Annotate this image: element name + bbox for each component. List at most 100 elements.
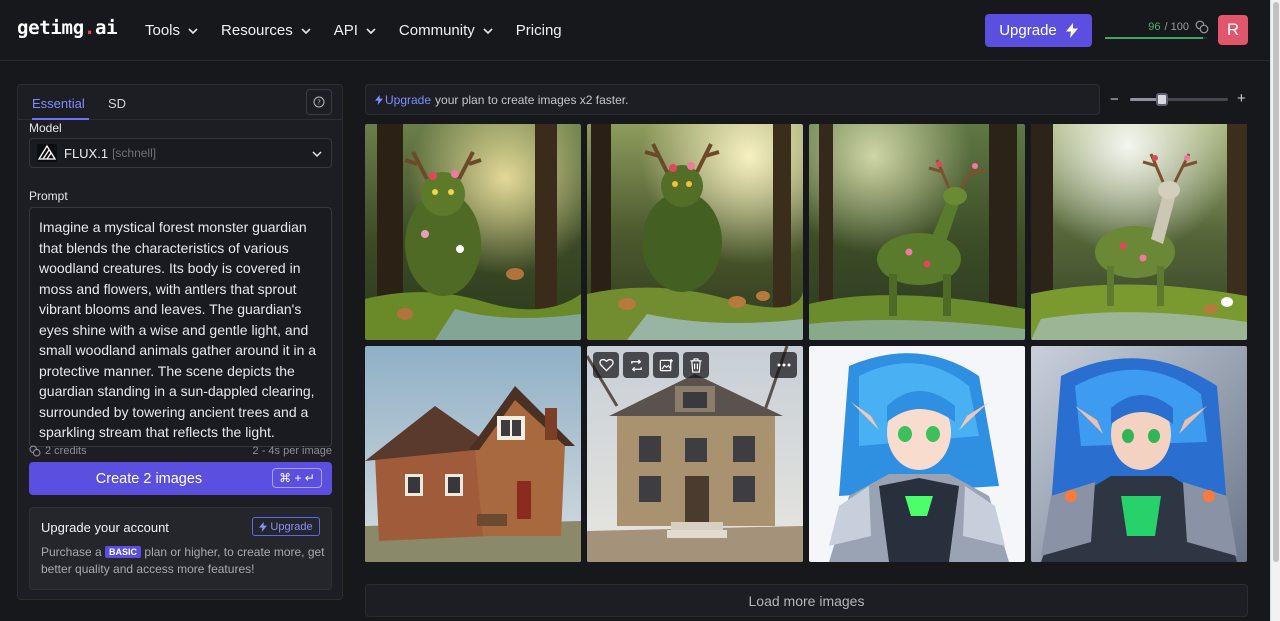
lightning-icon — [259, 521, 268, 532]
upgrade-card-description: Purchase a BASIC plan or higher, to crea… — [41, 544, 326, 578]
generation-panel: Essential SD ? Model FLUX.1 [schnell] Pr… — [17, 84, 343, 600]
credits-cost-text: 2 credits — [45, 445, 87, 457]
coins-icon — [1195, 20, 1209, 34]
menu-api[interactable]: API — [334, 22, 376, 39]
gallery-image[interactable] — [365, 124, 581, 340]
menu-pricing[interactable]: Pricing — [516, 22, 562, 39]
gallery-image[interactable] — [1031, 124, 1247, 340]
credits-text: 96/ 100 — [1148, 21, 1189, 33]
upgrade-button[interactable]: Upgrade — [985, 14, 1092, 47]
image-gallery — [365, 124, 1248, 563]
forest-guardian-image — [365, 124, 581, 340]
create-images-label: Create 2 images — [95, 471, 203, 487]
lightning-icon — [1065, 23, 1078, 38]
credits-total: / 100 — [1164, 21, 1189, 33]
prompt-textarea[interactable]: Imagine a mystical forest monster guardi… — [29, 207, 332, 447]
time-estimate: 2 - 4s per image — [252, 445, 332, 457]
zoom-slider-thumb[interactable] — [1156, 93, 1169, 106]
panel-tabs: Essential SD ? — [18, 85, 342, 120]
upgrade-button-label: Upgrade — [999, 22, 1057, 39]
page-scrollbar[interactable] — [1270, 0, 1280, 621]
more-horizontal-icon — [777, 363, 790, 367]
zoom-in-button[interactable]: + — [1237, 90, 1246, 107]
top-navbar: getimg.ai Tools Resources API Community … — [0, 0, 1270, 61]
gallery-image[interactable] — [587, 124, 803, 340]
model-label: Model — [29, 121, 62, 135]
model-name: FLUX.1 — [64, 145, 109, 161]
gallery-image[interactable] — [809, 124, 1025, 340]
credits-progress-bar — [1105, 37, 1207, 39]
flux-logo-icon — [37, 144, 57, 162]
load-more-button[interactable]: Load more images — [365, 584, 1248, 617]
zoom-slider[interactable] — [1130, 93, 1228, 106]
menu-api-label: API — [333, 22, 358, 39]
image-actions — [593, 352, 709, 378]
edit-image-button[interactable] — [653, 352, 679, 378]
anime-elf-warrior-image — [1031, 346, 1247, 562]
image-edit-icon — [659, 358, 673, 371]
upgrade-account-card: Upgrade your account Upgrade Purchase a … — [29, 507, 332, 590]
chevron-down-icon — [312, 151, 322, 158]
main-menu: Tools Resources API Community Pricing — [145, 0, 585, 61]
chevron-down-icon — [188, 27, 198, 34]
generation-meta: 2 credits 2 - 4s per image — [29, 444, 332, 460]
upgrade-card-button-label: Upgrade — [270, 520, 313, 533]
help-button[interactable]: ? — [306, 89, 332, 115]
menu-tools-label: Tools — [145, 22, 181, 39]
model-variant: [schnell] — [112, 146, 157, 160]
more-options-button[interactable] — [770, 352, 797, 378]
credits-cost: 2 credits — [29, 445, 87, 457]
zoom-out-button[interactable]: − — [1110, 91, 1119, 108]
upgrade-card-button[interactable]: Upgrade — [252, 517, 320, 536]
regenerate-icon — [630, 358, 642, 372]
upgrade-card-title: Upgrade your account — [41, 520, 169, 535]
delete-image-button[interactable] — [683, 352, 709, 378]
old-house-image — [587, 346, 803, 562]
svg-text:?: ? — [317, 99, 321, 107]
chevron-down-icon — [483, 27, 493, 34]
tab-sd[interactable]: SD — [108, 96, 126, 111]
menu-resources-label: Resources — [221, 22, 293, 39]
plan-badge: BASIC — [105, 546, 142, 558]
anime-elf-warrior-image — [809, 346, 1025, 562]
brick-cottage-image — [365, 346, 581, 562]
heart-icon — [598, 358, 614, 372]
keyboard-shortcut: ⌘ + ↵ — [272, 468, 322, 488]
model-select[interactable]: FLUX.1 [schnell] — [29, 138, 332, 168]
banner-upgrade-link[interactable]: Upgrade — [375, 93, 431, 107]
flowered-deer-image — [809, 124, 1025, 340]
active-tab-indicator — [32, 118, 89, 120]
gallery-image[interactable] — [1031, 346, 1247, 562]
menu-community-label: Community — [398, 22, 475, 39]
menu-tools[interactable]: Tools — [145, 22, 198, 39]
favorite-button[interactable] — [593, 352, 619, 378]
scrollbar-thumb[interactable] — [1273, 2, 1279, 562]
chevron-down-icon — [366, 27, 376, 34]
upgrade-banner: Upgrade your plan to create images x2 fa… — [365, 84, 1100, 115]
logo-suffix: ai — [94, 17, 118, 39]
banner-upgrade-label: Upgrade — [385, 92, 432, 107]
upgrade-desc-before: Purchase a — [41, 545, 102, 559]
gallery-image[interactable] — [809, 346, 1025, 562]
logo-dot: . — [83, 17, 95, 39]
credits-used: 96 — [1148, 21, 1161, 33]
logo[interactable]: getimg.ai — [17, 17, 118, 39]
lightning-icon — [375, 94, 383, 105]
menu-community[interactable]: Community — [399, 22, 493, 39]
coins-icon — [29, 445, 41, 457]
trash-icon — [690, 357, 702, 373]
flowered-deer-image — [1031, 124, 1247, 340]
regenerate-button[interactable] — [623, 352, 649, 378]
menu-pricing-label: Pricing — [515, 22, 562, 39]
forest-guardian-image — [587, 124, 803, 340]
create-images-button[interactable]: Create 2 images ⌘ + ↵ — [29, 462, 332, 495]
avatar[interactable]: R — [1218, 15, 1248, 45]
banner-text: your plan to create images x2 faster. — [435, 92, 629, 107]
menu-resources[interactable]: Resources — [221, 22, 311, 39]
credits-indicator[interactable]: 96/ 100 — [1105, 18, 1209, 40]
tab-essential[interactable]: Essential — [32, 96, 85, 111]
gallery-image[interactable] — [587, 346, 803, 562]
gallery-image[interactable] — [365, 346, 581, 562]
logo-prefix: getimg — [17, 17, 84, 39]
prompt-label: Prompt — [29, 189, 68, 203]
